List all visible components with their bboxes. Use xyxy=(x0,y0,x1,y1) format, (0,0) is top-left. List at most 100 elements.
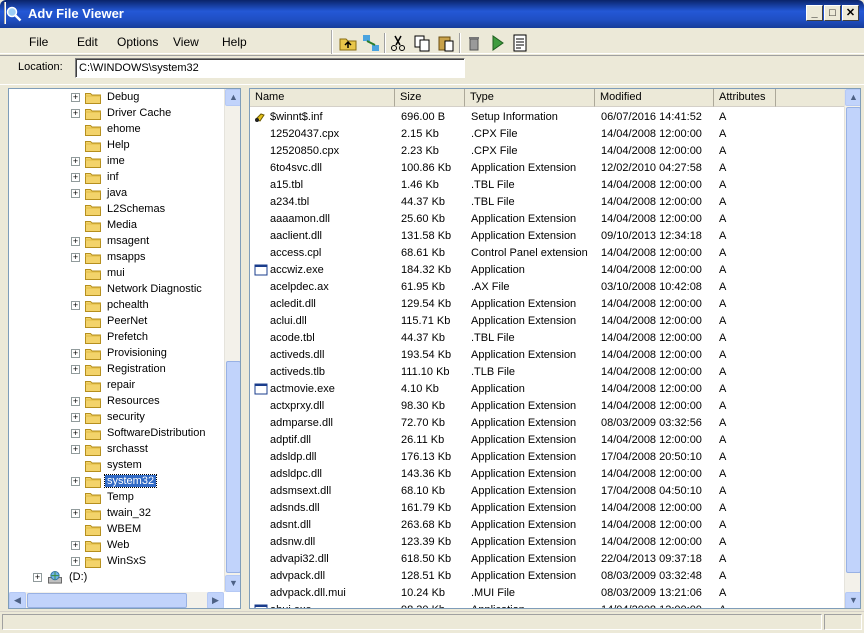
file-row[interactable]: admparse.dll 72.70 Kb Application Extensio… xyxy=(250,415,844,432)
expand-icon[interactable]: + xyxy=(71,237,80,246)
file-row[interactable]: acode.tbl 44.37 Kb .TBL File 14/04/2008 12:… xyxy=(250,330,844,347)
expand-icon[interactable]: + xyxy=(71,349,80,358)
expand-icon[interactable]: + xyxy=(71,253,80,262)
network-icon[interactable] xyxy=(361,33,381,53)
expand-icon[interactable]: + xyxy=(71,429,80,438)
file-row[interactable]: actmovie.exe 4.10 Kb Application 14/04/2008… xyxy=(250,381,844,398)
file-row[interactable]: adsnds.dll 161.79 Kb Application Extension… xyxy=(250,500,844,517)
tree-item-drive[interactable]: + (D:) xyxy=(9,570,219,586)
file-row[interactable]: adsnt.dll 263.68 Kb Application Extension 1… xyxy=(250,517,844,534)
tree-scroll-thumb[interactable] xyxy=(226,361,240,573)
folder-tree[interactable]: ▲ ▼ ◀ ▶ + Debug + Driver Cache ehome Help + ime… xyxy=(8,88,241,609)
file-row[interactable]: activeds.tlb 111.10 Kb .TLB File 14/04/2008… xyxy=(250,364,844,381)
file-row[interactable]: adsnw.dll 123.39 Kb Application Extension 1… xyxy=(250,534,844,551)
tree-scroll-up-button[interactable]: ▲ xyxy=(225,89,240,106)
tree-item[interactable]: + ime xyxy=(9,154,219,170)
list-scroll-thumb[interactable] xyxy=(846,107,860,573)
file-row[interactable]: accwiz.exe 184.32 Kb Application 14/04/2008… xyxy=(250,262,844,279)
list-scroll-down-button[interactable]: ▼ xyxy=(845,592,860,608)
file-row[interactable]: aaaamon.dll 25.60 Kb Application Extension… xyxy=(250,211,844,228)
file-row[interactable]: aaclient.dll 131.58 Kb Application Extensi… xyxy=(250,228,844,245)
cut-icon[interactable] xyxy=(388,33,408,53)
file-row[interactable]: advapi32.dll 618.50 Kb Application Extensi… xyxy=(250,551,844,568)
file-row[interactable]: acledit.dll 129.54 Kb Application Extensio… xyxy=(250,296,844,313)
tree-item[interactable]: + Debug xyxy=(9,90,219,106)
expand-icon[interactable]: + xyxy=(71,173,80,182)
column-header-size[interactable]: Size xyxy=(395,89,465,107)
expand-icon[interactable]: + xyxy=(71,413,80,422)
file-row[interactable]: advpack.dll 128.51 Kb Application Extensio… xyxy=(250,568,844,585)
column-header-attributes[interactable]: Attributes xyxy=(714,89,776,107)
tree-item[interactable]: system xyxy=(9,458,219,474)
tree-scroll-down-button[interactable]: ▼ xyxy=(225,575,240,592)
tree-item[interactable]: Help xyxy=(9,138,219,154)
tree-item[interactable]: + WinSxS xyxy=(9,554,219,570)
tree-item[interactable]: Media xyxy=(9,218,219,234)
expand-icon[interactable]: + xyxy=(71,93,80,102)
file-row[interactable]: $winnt$.inf 696.00 B Setup Information 06/0… xyxy=(250,109,844,126)
file-row[interactable]: 12520437.cpx 2.15 Kb .CPX File 14/04/2008 1… xyxy=(250,126,844,143)
location-input[interactable]: C:\WINDOWS\system32 xyxy=(75,58,465,78)
tree-item[interactable]: + msagent xyxy=(9,234,219,250)
properties-icon[interactable] xyxy=(510,33,530,53)
tree-item[interactable]: + Resources xyxy=(9,394,219,410)
tree-item[interactable]: + Driver Cache xyxy=(9,106,219,122)
file-row[interactable]: adsmsext.dll 68.10 Kb Application Extensio… xyxy=(250,483,844,500)
file-row[interactable]: access.cpl 68.61 Kb Control Panel extensio… xyxy=(250,245,844,262)
tree-item[interactable]: WBEM xyxy=(9,522,219,538)
tree-item[interactable]: + inf xyxy=(9,170,219,186)
expand-icon[interactable]: + xyxy=(71,301,80,310)
menu-view[interactable]: View xyxy=(173,35,199,49)
minimize-button[interactable]: _ xyxy=(806,5,823,21)
tree-item[interactable]: + Provisioning xyxy=(9,346,219,362)
tree-item[interactable]: + system32 xyxy=(9,474,219,490)
expand-icon[interactable]: + xyxy=(71,445,80,454)
tree-item[interactable]: + Registration xyxy=(9,362,219,378)
file-row[interactable]: advpack.dll.mui 10.24 Kb .MUI File 08/03/20… xyxy=(250,585,844,602)
menu-file[interactable]: File xyxy=(29,35,48,49)
tree-scroll-right-button[interactable]: ▶ xyxy=(207,592,224,608)
list-scroll-up-button[interactable]: ▲ xyxy=(845,89,860,106)
tree-vertical-scrollbar[interactable]: ▲ ▼ xyxy=(224,89,240,592)
tree-item[interactable]: PeerNet xyxy=(9,314,219,330)
tree-item[interactable]: + msapps xyxy=(9,250,219,266)
tree-item[interactable]: Network Diagnostic xyxy=(9,282,219,298)
paste-icon[interactable] xyxy=(436,33,456,53)
file-row[interactable]: 12520850.cpx 2.23 Kb .CPX File 14/04/2008 1… xyxy=(250,143,844,160)
tree-item[interactable]: ehome xyxy=(9,122,219,138)
file-row[interactable]: activeds.dll 193.54 Kb Application Extensi… xyxy=(250,347,844,364)
close-button[interactable]: ✕ xyxy=(842,5,859,21)
tree-horizontal-scrollbar[interactable]: ◀ ▶ xyxy=(9,592,224,608)
tree-item[interactable]: Prefetch xyxy=(9,330,219,346)
up-folder-icon[interactable] xyxy=(338,33,358,53)
expand-icon[interactable]: + xyxy=(71,477,80,486)
expand-icon[interactable]: + xyxy=(71,557,80,566)
expand-icon[interactable]: + xyxy=(71,541,80,550)
tree-scroll-left-button[interactable]: ◀ xyxy=(9,592,26,608)
tree-item[interactable]: Temp xyxy=(9,490,219,506)
column-header-name[interactable]: Name xyxy=(250,89,395,107)
expand-icon[interactable]: + xyxy=(71,509,80,518)
file-row[interactable]: adsldpc.dll 143.36 Kb Application Extensio… xyxy=(250,466,844,483)
copy-icon[interactable] xyxy=(412,33,432,53)
tree-item[interactable]: + security xyxy=(9,410,219,426)
file-row[interactable]: ahui.exe 98.30 Kb Application 14/04/2008 12… xyxy=(250,602,844,608)
expand-icon[interactable]: + xyxy=(71,157,80,166)
tree-item[interactable]: mui xyxy=(9,266,219,282)
tree-hscroll-thumb[interactable] xyxy=(27,593,187,608)
maximize-button[interactable]: □ xyxy=(824,5,841,21)
file-row[interactable]: adsldp.dll 176.13 Kb Application Extension… xyxy=(250,449,844,466)
tree-item[interactable]: + java xyxy=(9,186,219,202)
column-header-type[interactable]: Type xyxy=(465,89,595,107)
tree-item[interactable]: L2Schemas xyxy=(9,202,219,218)
expand-icon[interactable]: + xyxy=(71,397,80,406)
tree-item[interactable]: + srchasst xyxy=(9,442,219,458)
file-row[interactable]: aclui.dll 115.71 Kb Application Extension 1… xyxy=(250,313,844,330)
file-row[interactable]: a234.tbl 44.37 Kb .TBL File 14/04/2008 12:0… xyxy=(250,194,844,211)
column-header-modified[interactable]: Modified xyxy=(595,89,714,107)
tree-item[interactable]: + twain_32 xyxy=(9,506,219,522)
tree-item[interactable]: + pchealth xyxy=(9,298,219,314)
expand-icon[interactable]: + xyxy=(71,365,80,374)
tree-item[interactable]: repair xyxy=(9,378,219,394)
delete-icon[interactable] xyxy=(464,33,484,53)
